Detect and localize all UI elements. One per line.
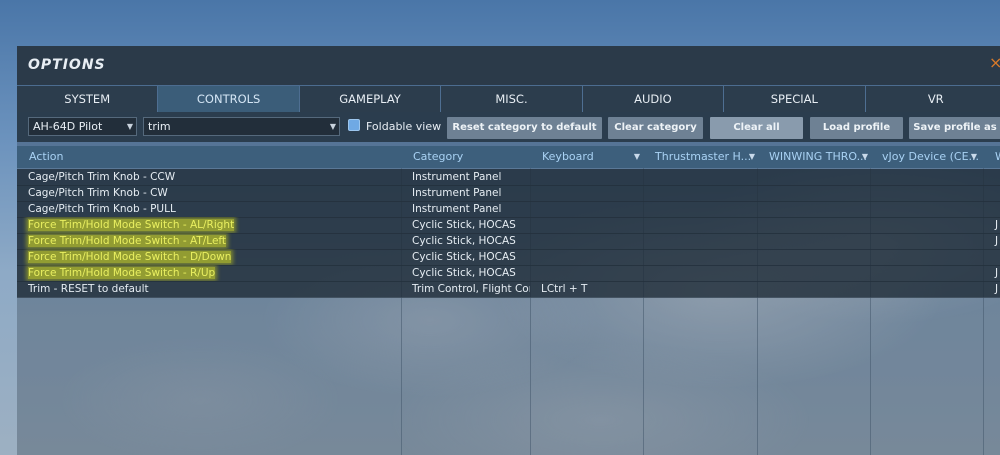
w-cell[interactable]: J bbox=[983, 233, 1000, 249]
column-header-keyboard-label: Keyboard bbox=[542, 150, 594, 163]
aircraft-select[interactable]: AH-64D Pilot ▼ bbox=[28, 117, 137, 136]
clear-category-button[interactable]: Clear category bbox=[608, 117, 703, 139]
keyboard-cell[interactable] bbox=[530, 233, 643, 249]
keyboard-cell[interactable] bbox=[530, 265, 643, 281]
w-cell[interactable]: J bbox=[983, 217, 1000, 233]
table-row[interactable]: Cage/Pitch Trim Knob - CW Instrument Pan… bbox=[17, 185, 1000, 202]
highlighted-action-text: Force Trim/Hold Mode Switch - AT/Left bbox=[28, 235, 227, 247]
column-header-category[interactable]: Category bbox=[407, 146, 531, 168]
tab-misc[interactable]: MISC. bbox=[441, 86, 582, 112]
toolbar: AH-64D Pilot ▼ trim ▼ Foldable view Rese… bbox=[17, 112, 1000, 142]
category-cell: Cyclic Stick, HOCAS bbox=[412, 235, 516, 247]
action-cell: Force Trim/Hold Mode Switch - AL/Right bbox=[17, 217, 401, 233]
highlighted-action-text: Force Trim/Hold Mode Switch - AL/Right bbox=[28, 219, 235, 231]
action-cell: Cage/Pitch Trim Knob - PULL bbox=[28, 203, 176, 215]
w-cell[interactable]: J bbox=[983, 265, 1000, 281]
keyboard-cell[interactable] bbox=[530, 201, 643, 217]
chevron-down-icon: ▼ bbox=[329, 122, 336, 131]
foldable-view-checkbox[interactable] bbox=[348, 119, 360, 131]
action-cell: Trim - RESET to default bbox=[28, 283, 149, 295]
table-row[interactable]: Trim - RESET to default Trim Control, Fl… bbox=[17, 281, 1000, 298]
keyboard-cell[interactable] bbox=[530, 249, 643, 265]
category-filter-value: trim bbox=[148, 120, 171, 133]
category-cell: Cyclic Stick, HOCAS bbox=[412, 251, 516, 263]
table-row[interactable]: Force Trim/Hold Mode Switch - R/Up Cycli… bbox=[17, 265, 1000, 282]
close-icon[interactable]: × bbox=[989, 55, 1000, 71]
tab-controls[interactable]: CONTROLS bbox=[158, 86, 299, 112]
category-cell: Trim Control, Flight Control bbox=[412, 283, 530, 295]
tab-vr[interactable]: VR bbox=[865, 86, 1000, 112]
load-profile-button[interactable]: Load profile bbox=[810, 117, 903, 139]
save-profile-as-button[interactable]: Save profile as bbox=[909, 117, 1000, 139]
category-filter-select[interactable]: trim ▼ bbox=[143, 117, 340, 136]
column-header-winwing-label: WINWING THRO... bbox=[769, 150, 868, 163]
action-cell: Force Trim/Hold Mode Switch - D/Down bbox=[17, 249, 401, 265]
keyboard-cell[interactable]: LCtrl + T bbox=[530, 281, 643, 297]
tab-system[interactable]: SYSTEM bbox=[17, 86, 158, 112]
chevron-down-icon: ▼ bbox=[126, 122, 133, 131]
window-title: OPTIONS bbox=[28, 57, 106, 73]
column-header-thrustmaster[interactable]: Thrustmaster H... ▼ bbox=[649, 146, 760, 168]
highlighted-action-text: Force Trim/Hold Mode Switch - R/Up bbox=[28, 267, 216, 279]
sort-arrow-icon: ▼ bbox=[970, 152, 977, 161]
w-cell[interactable] bbox=[983, 201, 1000, 217]
action-cell: Cage/Pitch Trim Knob - CCW bbox=[28, 171, 176, 183]
table-row[interactable]: Cage/Pitch Trim Knob - PULL Instrument P… bbox=[17, 201, 1000, 218]
category-cell: Instrument Panel bbox=[412, 171, 502, 183]
highlighted-action-text: Force Trim/Hold Mode Switch - D/Down bbox=[28, 251, 232, 263]
tab-bar: SYSTEM CONTROLS GAMEPLAY MISC. AUDIO SPE… bbox=[17, 86, 1000, 112]
sort-arrow-icon: ▼ bbox=[861, 152, 868, 161]
options-window: OPTIONS × SYSTEM CONTROLS GAMEPLAY MISC.… bbox=[17, 46, 1000, 455]
table-row[interactable]: Cage/Pitch Trim Knob - CCW Instrument Pa… bbox=[17, 169, 1000, 186]
sort-arrow-icon: ▼ bbox=[748, 152, 755, 161]
category-cell: Instrument Panel bbox=[412, 187, 502, 199]
w-cell[interactable] bbox=[983, 249, 1000, 265]
w-cell[interactable] bbox=[983, 169, 1000, 185]
reset-category-button[interactable]: Reset category to default bbox=[447, 117, 602, 139]
table-row[interactable]: Force Trim/Hold Mode Switch - AT/Left Cy… bbox=[17, 233, 1000, 250]
clear-all-button[interactable]: Clear all bbox=[710, 117, 803, 139]
keyboard-cell[interactable] bbox=[530, 185, 643, 201]
action-cell: Force Trim/Hold Mode Switch - R/Up bbox=[17, 265, 401, 281]
w-cell[interactable] bbox=[983, 185, 1000, 201]
sort-arrow-icon: ▼ bbox=[633, 152, 640, 161]
action-cell: Cage/Pitch Trim Knob - CW bbox=[28, 187, 168, 199]
keyboard-cell[interactable] bbox=[530, 169, 643, 185]
aircraft-select-value: AH-64D Pilot bbox=[33, 120, 103, 133]
table-row[interactable]: Force Trim/Hold Mode Switch - D/Down Cyc… bbox=[17, 249, 1000, 266]
tab-special[interactable]: SPECIAL bbox=[724, 86, 865, 112]
column-header-w[interactable]: W bbox=[989, 146, 1000, 168]
tab-audio[interactable]: AUDIO bbox=[582, 86, 724, 112]
category-cell: Cyclic Stick, HOCAS bbox=[412, 219, 516, 231]
table-row[interactable]: Force Trim/Hold Mode Switch - AL/Right C… bbox=[17, 217, 1000, 234]
category-cell: Instrument Panel bbox=[412, 203, 502, 215]
column-header-winwing[interactable]: WINWING THRO... ▼ bbox=[763, 146, 873, 168]
column-header-action[interactable]: Action bbox=[23, 146, 401, 168]
title-bar: OPTIONS × bbox=[17, 46, 1000, 85]
category-cell: Cyclic Stick, HOCAS bbox=[412, 267, 516, 279]
w-cell[interactable]: J bbox=[983, 281, 1000, 297]
foldable-view-label: Foldable view bbox=[366, 120, 442, 133]
keyboard-cell[interactable] bbox=[530, 217, 643, 233]
column-header-thrustmaster-label: Thrustmaster H... bbox=[655, 150, 752, 163]
table-header: Action Category Keyboard ▼ Thrustmaster … bbox=[17, 146, 1000, 168]
column-header-keyboard[interactable]: Keyboard ▼ bbox=[536, 146, 645, 168]
column-header-vjoy-label: vJoy Device (CE... bbox=[882, 150, 980, 163]
tab-gameplay[interactable]: GAMEPLAY bbox=[299, 86, 441, 112]
action-cell: Force Trim/Hold Mode Switch - AT/Left bbox=[17, 233, 401, 249]
column-header-vjoy[interactable]: vJoy Device (CE... ▼ bbox=[876, 146, 982, 168]
